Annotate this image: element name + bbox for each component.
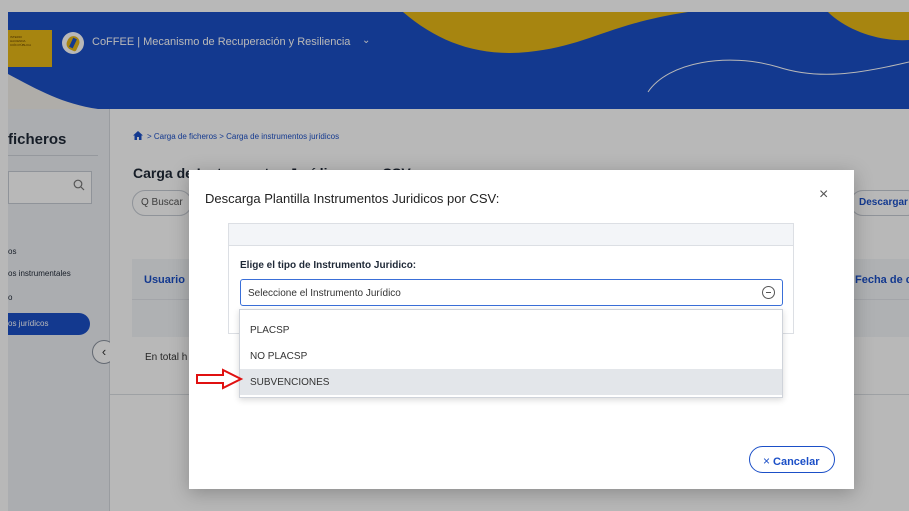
annotation-arrow-icon xyxy=(196,368,244,390)
close-icon: × xyxy=(763,454,771,468)
select-placeholder: Seleccione el Instrumento Jurídico xyxy=(248,288,401,299)
download-template-modal: Descarga Plantilla Instrumentos Juridico… xyxy=(189,170,854,489)
instrument-type-select[interactable]: Seleccione el Instrumento Jurídico xyxy=(240,279,783,306)
cancel-label: Cancelar xyxy=(773,456,820,468)
option-label: PLACSP xyxy=(250,325,290,336)
instrument-type-dropdown: PLACSP NO PLACSP SUBVENCIONES xyxy=(239,309,783,398)
option-no-placsp[interactable]: NO PLACSP xyxy=(240,343,782,369)
close-icon[interactable]: × xyxy=(819,186,828,204)
option-label: SUBVENCIONES xyxy=(250,377,330,388)
modal-title: Descarga Plantilla Instrumentos Juridico… xyxy=(205,191,500,206)
collapse-circle-icon[interactable] xyxy=(762,286,775,299)
cancel-button[interactable]: × Cancelar xyxy=(749,446,835,473)
option-placsp[interactable]: PLACSP xyxy=(240,317,782,343)
option-subvenciones[interactable]: SUBVENCIONES xyxy=(240,369,782,395)
instrument-type-label: Elige el tipo de Instrumento Juridico: xyxy=(240,260,417,271)
option-label: NO PLACSP xyxy=(250,351,308,362)
form-card-header xyxy=(229,224,793,246)
